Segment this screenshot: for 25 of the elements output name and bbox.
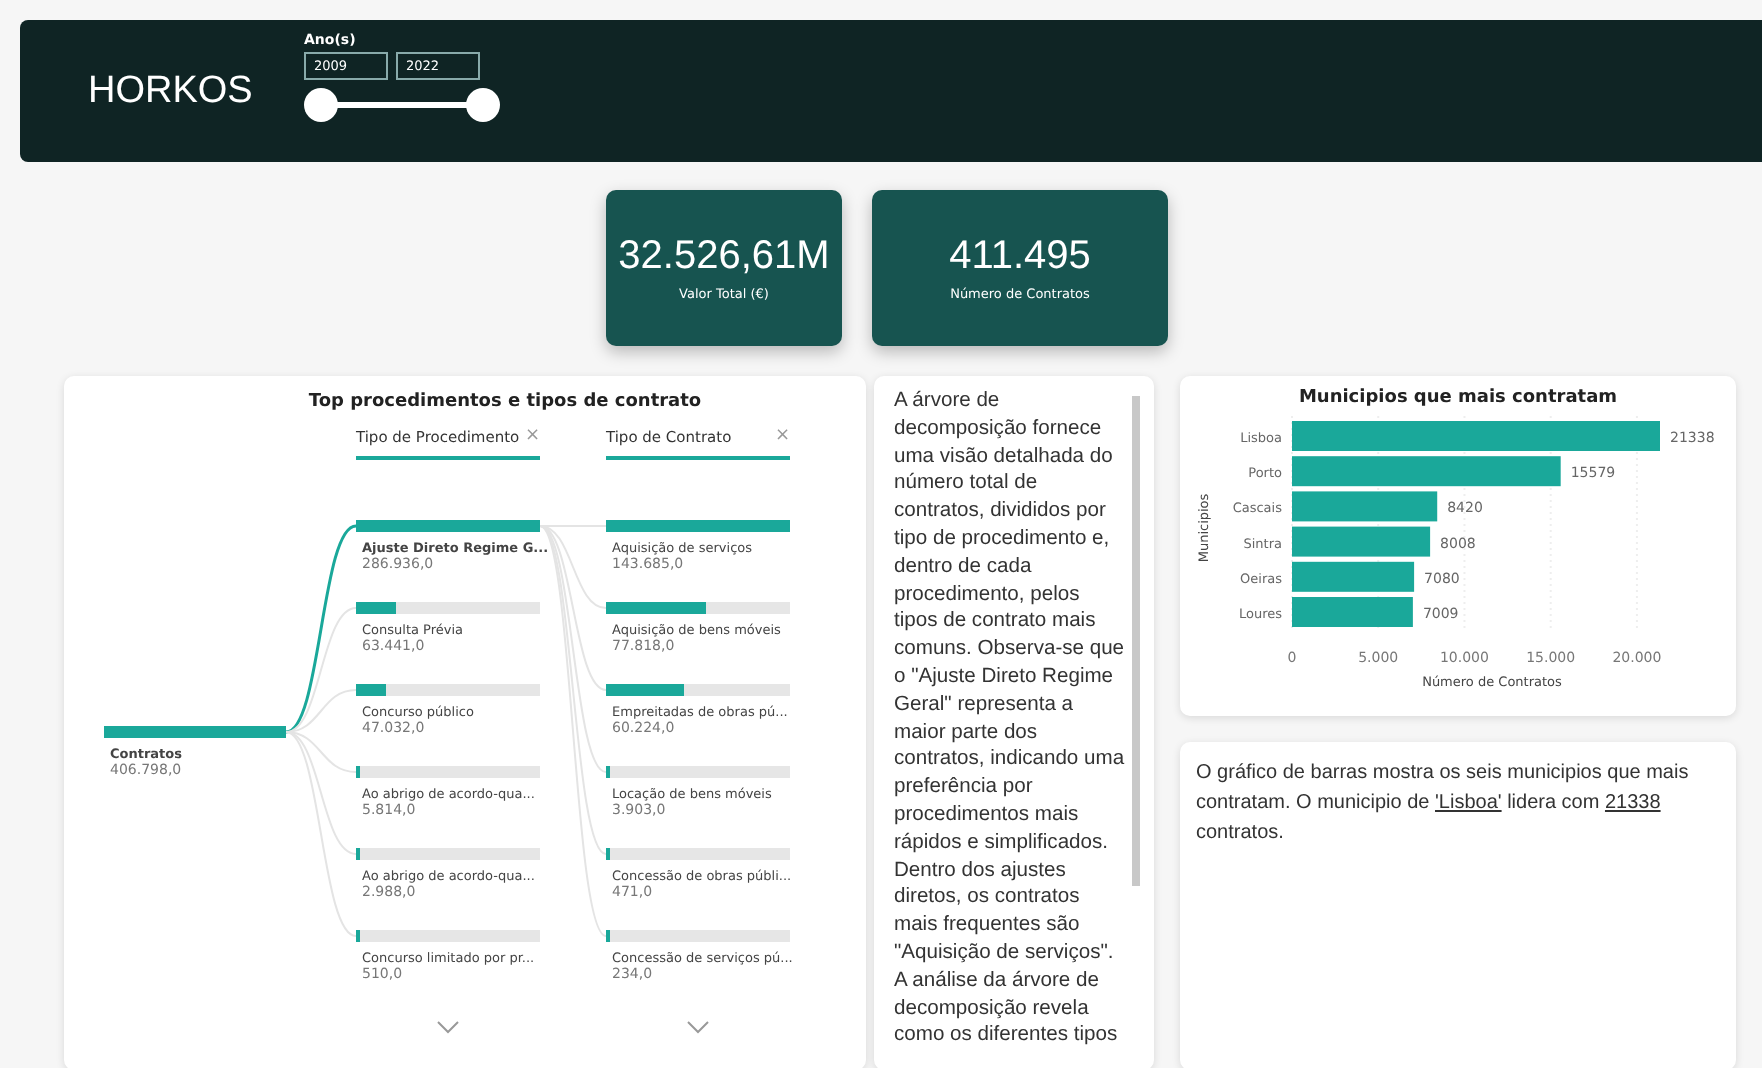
bar-fill[interactable] [104,726,286,738]
link[interactable]: 'Lisboa' [1435,792,1502,814]
bar-fill[interactable] [606,684,684,696]
scrollbar[interactable] [1132,396,1140,886]
bar-fill[interactable] [356,520,540,532]
slider-thumb[interactable] [466,88,500,122]
bar-fill[interactable] [356,684,386,696]
kpi-value: 411.495 [949,234,1091,280]
chart-title: Municipios que mais contratam [1296,386,1620,408]
bar-fill[interactable] [606,766,611,778]
bar-fill[interactable] [606,520,790,532]
link[interactable]: 21338 [1604,792,1661,814]
chevron-down-icon[interactable] [686,1020,710,1034]
bar-fill[interactable] [606,602,706,614]
app-title: HORKOS [88,69,255,113]
slider-thumb[interactable] [304,88,338,122]
chart-bar [1292,526,1431,557]
description-text: O gráfico de barras mostra os seis municipios que mais contratam. O municipio de 'Lisboa' lidera com 21338 contratos. [1196,760,1691,848]
kpi-value: 32.526,61M [618,234,830,280]
chart-bar [1292,561,1415,592]
chevron-down-icon[interactable] [436,1020,460,1034]
panel-title: Top procedimentos e tipos de contrato [306,390,704,412]
bar-fill[interactable] [356,602,397,614]
chart-bar [1292,597,1413,627]
description-text: A árvore de decomposição fornece uma visão detalhada do número total de contratos, divididos por tipo de procedimento e, dentro de cada procedimento, pelos tipos de contrato mais comuns. Observa-se que o "Ajuste Direto Regime Geral" representa a maior parte dos contratos, indicando uma preferência por procedimentos mais rápidos e simplificados. Dentro dos ajustes diretos, os contratos mais frequentes são "Aquisição de serviços". A análise da árvore de decomposição revela como os diferentes tipos [894,388,1126,1051]
